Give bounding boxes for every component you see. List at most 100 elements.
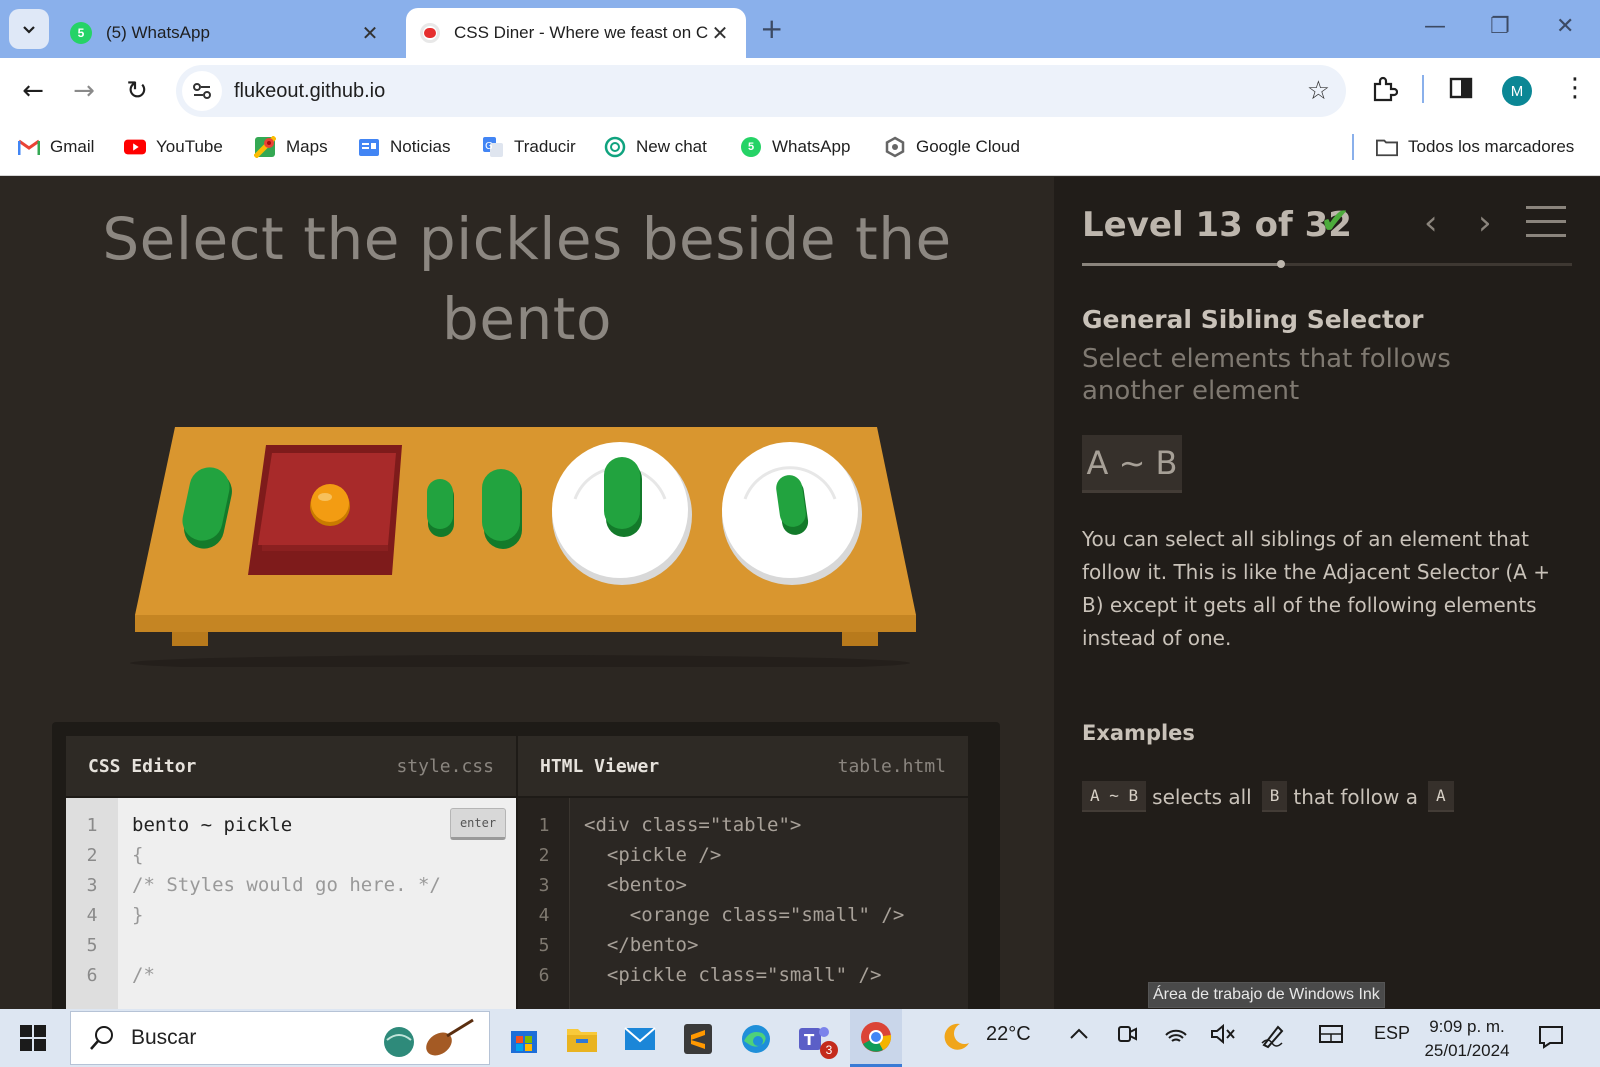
bookmark-maps[interactable]: Maps <box>254 136 328 158</box>
file-explorer-icon[interactable] <box>562 1019 602 1059</box>
teams-icon[interactable]: T 3 <box>794 1019 838 1059</box>
pickle[interactable] <box>604 457 642 537</box>
side-panel-icon[interactable] <box>1448 75 1474 105</box>
notifications-icon[interactable] <box>1538 1025 1564 1055</box>
orange-small[interactable] <box>310 484 350 526</box>
bookmark-noticias[interactable]: Noticias <box>358 136 450 158</box>
chevron-up-icon[interactable] <box>1068 1023 1090 1051</box>
tab-whatsapp[interactable]: 5 (5) WhatsApp ✕ <box>56 8 396 58</box>
svg-text:T: T <box>804 1031 815 1049</box>
translate-icon: G <box>482 136 504 158</box>
network-icon[interactable] <box>1164 1023 1188 1051</box>
search-icon <box>90 1026 113 1050</box>
code-line: /* Styles would go here. */ <box>132 874 441 896</box>
chevron-down-icon <box>23 26 35 34</box>
html-line[interactable]: </bento> <box>584 934 699 956</box>
bookmark-gmail[interactable]: Gmail <box>18 136 94 158</box>
address-bar[interactable]: flukeout.github.io ☆ <box>176 65 1346 117</box>
close-window-icon[interactable]: ✕ <box>1556 14 1574 39</box>
close-tab-icon[interactable]: ✕ <box>358 21 382 46</box>
css-editor[interactable]: 1 2 3 4 5 6 bento ~ pickle { /* Styles w… <box>66 798 516 1009</box>
weather-temperature[interactable]: 22°C <box>986 1023 1031 1046</box>
css-input[interactable]: bento ~ pickle <box>132 814 292 836</box>
taskbar-search[interactable]: Buscar <box>70 1011 490 1065</box>
level-progress-marker <box>1277 260 1285 268</box>
windows-ink-icon[interactable] <box>1260 1023 1286 1055</box>
line-number: 3 <box>86 875 98 896</box>
gmail-icon <box>18 136 40 158</box>
pickle-small[interactable] <box>427 479 454 537</box>
bookmark-new-chat[interactable]: New chat <box>604 136 707 158</box>
volume-muted-icon[interactable] <box>1210 1023 1236 1051</box>
edge-icon[interactable] <box>736 1019 776 1059</box>
chrome-icon[interactable] <box>850 1009 902 1067</box>
html-line[interactable]: <pickle /> <box>584 844 721 866</box>
examples-heading: Examples <box>1082 721 1195 745</box>
bookmark-label: Noticias <box>390 137 451 156</box>
new-tab-button[interactable]: + <box>760 12 783 45</box>
input-language[interactable]: ESP <box>1374 1023 1410 1044</box>
bookmark-traducir[interactable]: G Traducir <box>482 136 576 158</box>
mail-icon[interactable] <box>620 1019 660 1059</box>
dinner-table <box>120 427 920 671</box>
next-level-icon[interactable]: › <box>1478 203 1492 243</box>
tab-css-diner[interactable]: CSS Diner - Where we feast on CSS Select… <box>406 8 746 58</box>
minimize-icon[interactable]: — <box>1424 14 1446 39</box>
tab-search-button[interactable] <box>9 9 49 49</box>
microsoft-store-icon[interactable] <box>504 1019 544 1059</box>
system-clock[interactable]: 9:09 p. m. 25/01/2024 <box>1412 1015 1522 1063</box>
reload-icon[interactable]: ↻ <box>120 74 154 108</box>
example-code: B <box>1261 781 1288 812</box>
browser-tab-bar: 5 (5) WhatsApp ✕ CSS Diner - Where we fe… <box>0 0 1600 58</box>
all-bookmarks-button[interactable]: Todos los marcadores <box>1376 136 1574 158</box>
example-text: that follow a <box>1293 784 1418 809</box>
weather-moon-icon[interactable] <box>940 1021 972 1059</box>
sublime-text-icon[interactable] <box>678 1019 718 1059</box>
level-sidebar: Level 13 of 32 ✔ ‹ › General Sibling Sel… <box>1054 177 1600 1009</box>
touch-keyboard-icon[interactable] <box>1318 1023 1344 1051</box>
windows-start-icon[interactable] <box>20 1025 46 1055</box>
level-menu-icon[interactable] <box>1526 203 1566 248</box>
pickle[interactable] <box>482 469 522 549</box>
line-number: 6 <box>538 965 550 986</box>
back-icon[interactable]: ← <box>16 74 50 108</box>
bookmark-youtube[interactable]: YouTube <box>124 136 223 158</box>
meet-now-icon[interactable] <box>1116 1023 1138 1051</box>
code-line: } <box>132 904 144 926</box>
css-editor-header: CSS Editor style.css <box>66 736 516 796</box>
bento[interactable] <box>248 445 402 575</box>
search-placeholder: Buscar <box>131 1026 197 1049</box>
tab-title: (5) WhatsApp <box>106 23 210 42</box>
html-line[interactable]: <orange class="small" /> <box>584 904 905 926</box>
teams-notification-badge: 3 <box>820 1041 838 1059</box>
site-info-icon[interactable] <box>182 71 222 111</box>
forward-icon[interactable]: → <box>67 74 101 108</box>
line-number: 1 <box>538 815 550 836</box>
example-item: A ~ B selects all B that follow a A <box>1082 781 1460 812</box>
code-line: /* <box>132 964 155 986</box>
example-code: A <box>1427 781 1454 812</box>
profile-avatar[interactable]: M <box>1502 76 1532 106</box>
bookmark-google-cloud[interactable]: Google Cloud <box>884 136 1020 158</box>
html-line[interactable]: <bento> <box>584 874 687 896</box>
windows-ink-tooltip: Área de trabajo de Windows Ink <box>1148 982 1385 1008</box>
previous-level-icon[interactable]: ‹ <box>1424 203 1438 243</box>
enter-button[interactable]: enter <box>450 808 506 840</box>
bookmark-star-icon[interactable]: ☆ <box>1307 76 1330 106</box>
close-tab-icon[interactable]: ✕ <box>708 21 732 46</box>
line-number-gutter: 1 2 3 4 5 6 <box>518 798 570 1009</box>
clock-date: 25/01/2024 <box>1424 1041 1510 1060</box>
html-line[interactable]: <pickle class="small" /> <box>584 964 882 986</box>
css-editor-title: CSS Editor <box>88 756 197 777</box>
example-text: selects all <box>1152 784 1252 809</box>
restore-icon[interactable]: ❐ <box>1490 14 1510 39</box>
css-diner-favicon-icon <box>420 23 440 43</box>
bookmark-label: Todos los marcadores <box>1408 137 1575 156</box>
bookmark-label: Traducir <box>514 137 576 156</box>
line-number: 3 <box>538 875 550 896</box>
more-menu-icon[interactable]: ⋮ <box>1562 75 1588 101</box>
extensions-icon[interactable] <box>1370 75 1399 107</box>
bookmark-whatsapp[interactable]: 5 WhatsApp <box>740 136 850 158</box>
bookmark-label: YouTube <box>156 137 223 156</box>
html-line[interactable]: <div class="table"> <box>584 814 801 836</box>
